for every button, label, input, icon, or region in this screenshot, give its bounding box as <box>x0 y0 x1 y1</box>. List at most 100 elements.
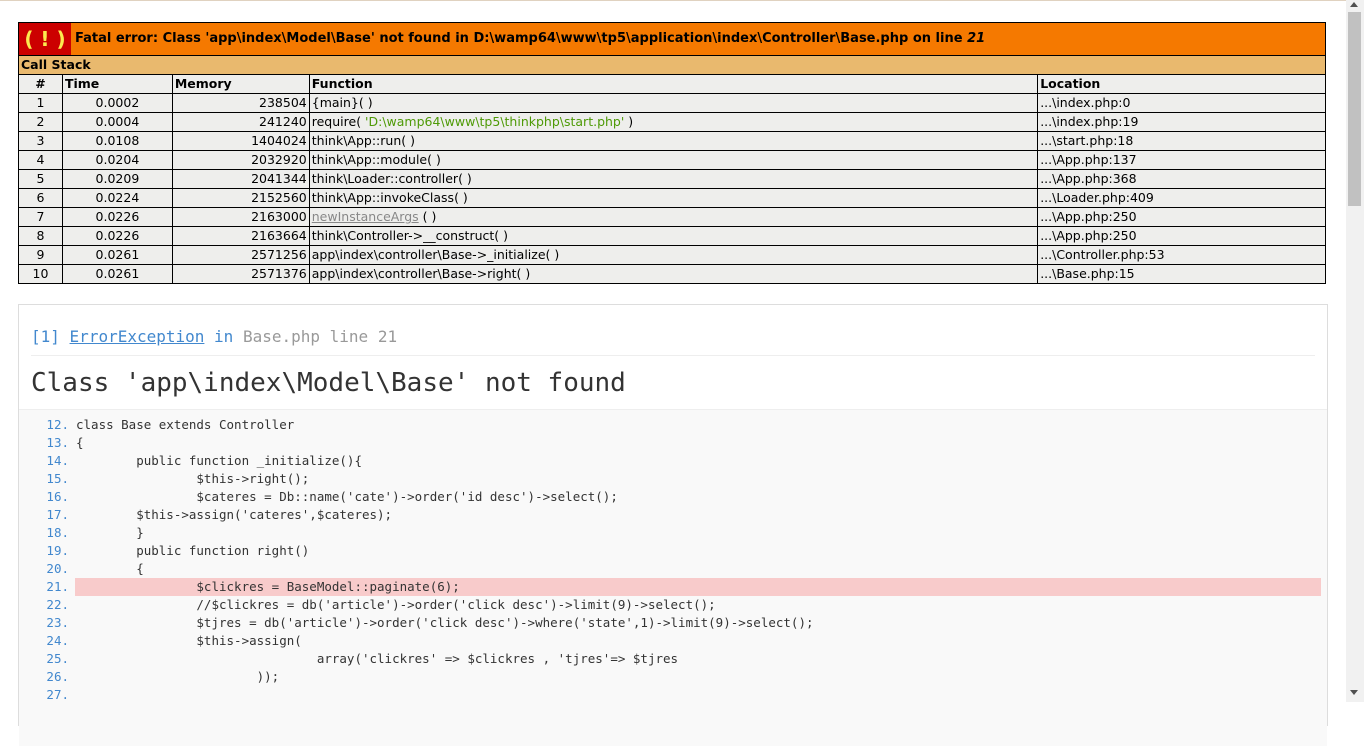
code-line-text: $this->right(); <box>76 471 310 486</box>
exception-index: [1] <box>31 327 60 346</box>
stack-memory: 2571376 <box>171 264 310 284</box>
code-line: 24. $this->assign( <box>19 632 1327 650</box>
stack-function: think\Loader::controller( ) <box>308 169 1039 189</box>
fatal-error-message: Fatal error: Class 'app\index\Model\Base… <box>75 31 986 46</box>
function-args: ( ) <box>418 209 437 224</box>
stack-time: 0.0261 <box>61 264 173 284</box>
exception-type-link[interactable]: ErrorException <box>70 327 205 346</box>
scroll-down-arrow-icon[interactable] <box>1350 690 1358 695</box>
stack-memory: 2163000 <box>171 207 310 227</box>
code-line: 25. array('clickres' => $clickres , 'tjr… <box>19 650 1327 668</box>
exception-line-word: line <box>329 327 369 346</box>
stack-memory: 2152560 <box>171 188 310 208</box>
code-line-text: $this->assign('cateres',$cateres); <box>76 507 393 522</box>
code-line: 15. $this->right(); <box>19 470 1327 488</box>
code-line-number: 25. <box>46 651 69 666</box>
function-doc-link[interactable]: newInstanceArgs <box>312 209 419 224</box>
stack-index: 9 <box>18 245 63 265</box>
col-memory-header: Memory <box>171 74 310 94</box>
stack-memory: 2571256 <box>171 245 310 265</box>
code-line-text: public function _initialize(){ <box>76 453 362 468</box>
call-stack-title: Call Stack <box>18 55 1326 75</box>
function-arg-string: 'D:\wamp64\www\tp5\thinkphp\start.php' <box>365 114 625 129</box>
code-line: 27. <box>19 686 1327 704</box>
stack-index: 7 <box>18 207 63 227</box>
code-line-number: 26. <box>46 669 69 684</box>
xdebug-error-table: ( ! ) Fatal error: Class 'app\index\Mode… <box>18 22 1326 284</box>
code-line: 22. //$clickres = db('article')->order('… <box>19 596 1327 614</box>
stack-location: ...\index.php:0 <box>1037 93 1326 113</box>
top-border <box>0 0 1346 1</box>
stack-time: 0.0226 <box>61 207 173 227</box>
code-line-number: 17. <box>46 507 69 522</box>
function-name: think\App::run( ) <box>311 133 415 148</box>
exception-line-number: 21 <box>377 327 398 346</box>
stack-function: think\App::module( ) <box>308 150 1039 170</box>
stack-function: think\App::run( ) <box>308 131 1039 151</box>
code-line-number: 19. <box>46 543 69 558</box>
stack-index: 8 <box>18 226 63 246</box>
col-function-header: Function <box>308 74 1039 94</box>
code-line: 26. )); <box>19 668 1327 686</box>
function-name: require( <box>311 114 366 129</box>
code-line-text: $cateres = Db::name('cate')->order('id d… <box>76 489 618 504</box>
code-line-text: { <box>76 561 144 576</box>
code-line-text: //$clickres = db('article')->order('clic… <box>76 597 716 612</box>
code-line-text: array('clickres' => $clickres , 'tjres'=… <box>76 651 679 666</box>
source-code-view: 12. class Base extends Controller 13. {14. … <box>19 409 1327 746</box>
call-stack-row: 9 0.0261 2571256 app\index\controller\Base-… <box>18 245 1326 265</box>
code-line-text: public function right() <box>76 543 310 558</box>
function-name: app\index\controller\Base->right( ) <box>311 266 531 281</box>
function-name: think\App::module( ) <box>311 152 441 167</box>
code-line-number: 12. <box>46 417 69 432</box>
code-line-text: $clickres = BaseModel::paginate(6); <box>75 578 1321 596</box>
scrollbar-thumb[interactable] <box>1348 12 1361 206</box>
call-stack-row: 6 0.0224 2152560 think\App::invokeClass( ).… <box>18 188 1326 208</box>
exception-message: Class 'app\index\Model\Base' not found <box>31 368 626 398</box>
code-line-number: 24. <box>46 633 69 648</box>
call-stack-row: 1 0.0002 238504 {main}( ) ...\index.php:0 <box>18 93 1326 113</box>
stack-function: newInstanceArgs ( ) <box>308 207 1039 227</box>
stack-index: 5 <box>18 169 63 189</box>
stack-function: think\App::invokeClass( ) <box>308 188 1039 208</box>
stack-index: 3 <box>18 131 63 151</box>
code-line: 23. $tjres = db('article')->order('click… <box>19 614 1327 632</box>
call-stack-row: 5 0.0209 2041344 think\Loader::controller( … <box>18 169 1326 189</box>
code-line: 18. } <box>19 524 1327 542</box>
stack-time: 0.0209 <box>61 169 173 189</box>
stack-index: 4 <box>18 150 63 170</box>
exception-in-word: in <box>214 327 234 346</box>
stack-location: ...\index.php:19 <box>1037 112 1326 132</box>
stack-function: app\index\controller\Base->_initialize( … <box>308 245 1039 265</box>
call-stack-row: 2 0.0004 241240 require( 'D:\wamp64\www\tp5… <box>18 112 1326 132</box>
code-line: 17. $this->assign('cateres',$cateres); <box>19 506 1327 524</box>
stack-memory: 238504 <box>171 93 310 113</box>
call-stack-row: 4 0.0204 2032920 think\App::module( ) ...\Ap… <box>18 150 1326 170</box>
code-line-number: 22. <box>46 597 69 612</box>
stack-index: 6 <box>18 188 63 208</box>
stack-index: 1 <box>18 93 63 113</box>
code-line-number: 15. <box>46 471 69 486</box>
error-bang-icon: ( ! ) <box>19 23 71 55</box>
stack-location: ...\Controller.php:53 <box>1037 245 1326 265</box>
scroll-up-arrow-icon[interactable] <box>1350 2 1358 7</box>
col-time-header: Time <box>61 74 173 94</box>
exception-header: [1] ErrorException in Base.php line 21 <box>31 305 1315 356</box>
stack-index: 2 <box>18 112 63 132</box>
stack-time: 0.0004 <box>61 112 173 132</box>
stack-memory: 2032920 <box>171 150 310 170</box>
call-stack-row: 3 0.0108 1404024 think\App::run( ) ...\start… <box>18 131 1326 151</box>
stack-time: 0.0108 <box>61 131 173 151</box>
code-line: 19. public function right() <box>19 542 1327 560</box>
code-line-highlighted: 21. $clickres = BaseModel::paginate(6); <box>19 578 1327 596</box>
code-line-text: )); <box>76 669 280 684</box>
code-line-number: 13. <box>46 435 69 450</box>
col-number-header: # <box>18 74 63 94</box>
fatal-error-banner: ( ! ) Fatal error: Class 'app\index\Mode… <box>18 22 1326 56</box>
function-name: think\Loader::controller( ) <box>311 171 472 186</box>
stack-function: require( 'D:\wamp64\www\tp5\thinkphp\sta… <box>308 112 1039 132</box>
stack-location: ...\Base.php:15 <box>1037 264 1326 284</box>
stack-memory: 1404024 <box>171 131 310 151</box>
col-location-header: Location <box>1037 74 1326 94</box>
stack-memory: 241240 <box>171 112 310 132</box>
